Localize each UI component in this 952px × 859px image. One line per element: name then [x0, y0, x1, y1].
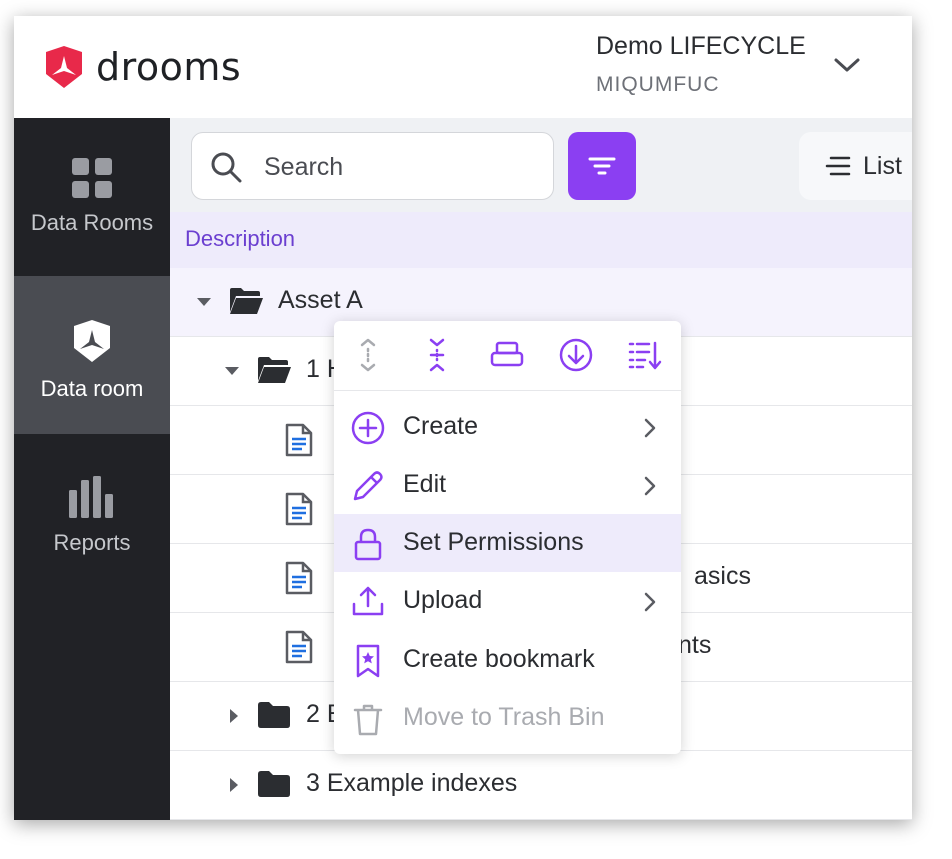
- row-label: Asset A: [278, 286, 363, 314]
- expand-vertical-icon[interactable]: [350, 337, 386, 373]
- filter-button[interactable]: [568, 132, 636, 200]
- folder-open-icon: [258, 357, 291, 383]
- sidebar-nav: Data Rooms Data room Reports: [14, 118, 170, 820]
- view-list-button[interactable]: List: [799, 132, 912, 200]
- bar-chart-icon: [69, 476, 113, 518]
- drooms-shield-icon: [74, 320, 110, 362]
- nav-item-label: Reports: [53, 530, 131, 555]
- menu-item-edit[interactable]: Edit: [334, 456, 681, 514]
- filter-icon: [588, 157, 616, 175]
- nav-item-label: Data Rooms: [30, 210, 154, 235]
- account-code: MIQUMFUC: [596, 73, 720, 96]
- drooms-logo[interactable]: drooms: [42, 44, 241, 90]
- menu-item-move-to-trash[interactable]: Move to Trash Bin: [334, 689, 681, 747]
- column-header[interactable]: Description: [170, 212, 912, 268]
- chevron-right-icon: [644, 592, 656, 612]
- document-icon: [285, 630, 313, 664]
- caret-down-icon[interactable]: [196, 294, 212, 310]
- nav-item-data-rooms[interactable]: Data Rooms: [14, 118, 170, 276]
- document-icon: [285, 423, 313, 457]
- nav-item-label: Data room: [40, 376, 144, 401]
- toolbar: Search List: [170, 118, 912, 212]
- folder-open-icon: [230, 288, 263, 314]
- context-menu-toolbar: [334, 321, 681, 391]
- lock-icon: [354, 528, 382, 561]
- row-label: 3 Example indexes: [306, 769, 518, 797]
- menu-item-label: Create: [403, 412, 479, 440]
- view-list-label: List: [863, 152, 902, 180]
- account-name: Demo LIFECYCLE: [596, 32, 806, 60]
- caret-down-icon[interactable]: [224, 363, 240, 379]
- menu-item-create-bookmark[interactable]: Create bookmark: [334, 631, 681, 689]
- list-icon: [825, 156, 851, 176]
- nav-item-reports[interactable]: Reports: [14, 434, 170, 592]
- search-placeholder: Search: [264, 153, 344, 181]
- row-label: asics: [694, 562, 751, 590]
- plus-circle-icon: [351, 411, 385, 445]
- menu-item-label: Move to Trash Bin: [403, 703, 605, 731]
- menu-item-set-permissions[interactable]: Set Permissions: [334, 514, 681, 572]
- folder-icon: [258, 702, 290, 728]
- column-header-description: Description: [185, 226, 296, 251]
- menu-item-label: Edit: [403, 470, 447, 498]
- drooms-logo-icon: [46, 46, 82, 88]
- nav-item-data-room[interactable]: Data room: [14, 276, 170, 434]
- pencil-icon: [353, 471, 383, 501]
- menu-item-label: Upload: [403, 586, 483, 614]
- chevron-right-icon: [644, 418, 656, 438]
- menu-item-label: Create bookmark: [403, 645, 595, 673]
- grid-icon: [72, 158, 112, 198]
- menu-item-label: Set Permissions: [403, 528, 584, 556]
- chevron-down-icon[interactable]: [832, 54, 862, 76]
- search-input[interactable]: Search: [191, 132, 554, 200]
- caret-right-icon[interactable]: [226, 708, 242, 724]
- logo-text: drooms: [96, 45, 242, 89]
- folder-icon: [258, 771, 290, 797]
- menu-item-upload[interactable]: Upload: [334, 572, 681, 630]
- trash-icon: [353, 704, 383, 736]
- download-icon[interactable]: [558, 337, 594, 373]
- collapse-vertical-icon[interactable]: [419, 337, 455, 373]
- print-icon[interactable]: [489, 337, 525, 373]
- caret-right-icon[interactable]: [226, 777, 242, 793]
- search-icon: [211, 152, 242, 183]
- bookmark-icon: [356, 644, 380, 678]
- menu-item-create[interactable]: Create: [334, 398, 681, 456]
- document-icon: [285, 561, 313, 595]
- app-header: drooms Demo LIFECYCLE MIQUMFUC: [14, 16, 912, 118]
- upload-icon: [352, 586, 384, 616]
- chevron-right-icon: [644, 476, 656, 496]
- document-icon: [285, 492, 313, 526]
- row-label: nts: [678, 631, 712, 659]
- account-switcher[interactable]: Demo LIFECYCLE MIQUMFUC: [596, 32, 806, 97]
- table-row[interactable]: 3 Example indexes: [170, 751, 912, 820]
- context-menu: Create Edit Set Permissions Upload Creat…: [334, 321, 681, 754]
- sort-list-icon[interactable]: [627, 337, 663, 373]
